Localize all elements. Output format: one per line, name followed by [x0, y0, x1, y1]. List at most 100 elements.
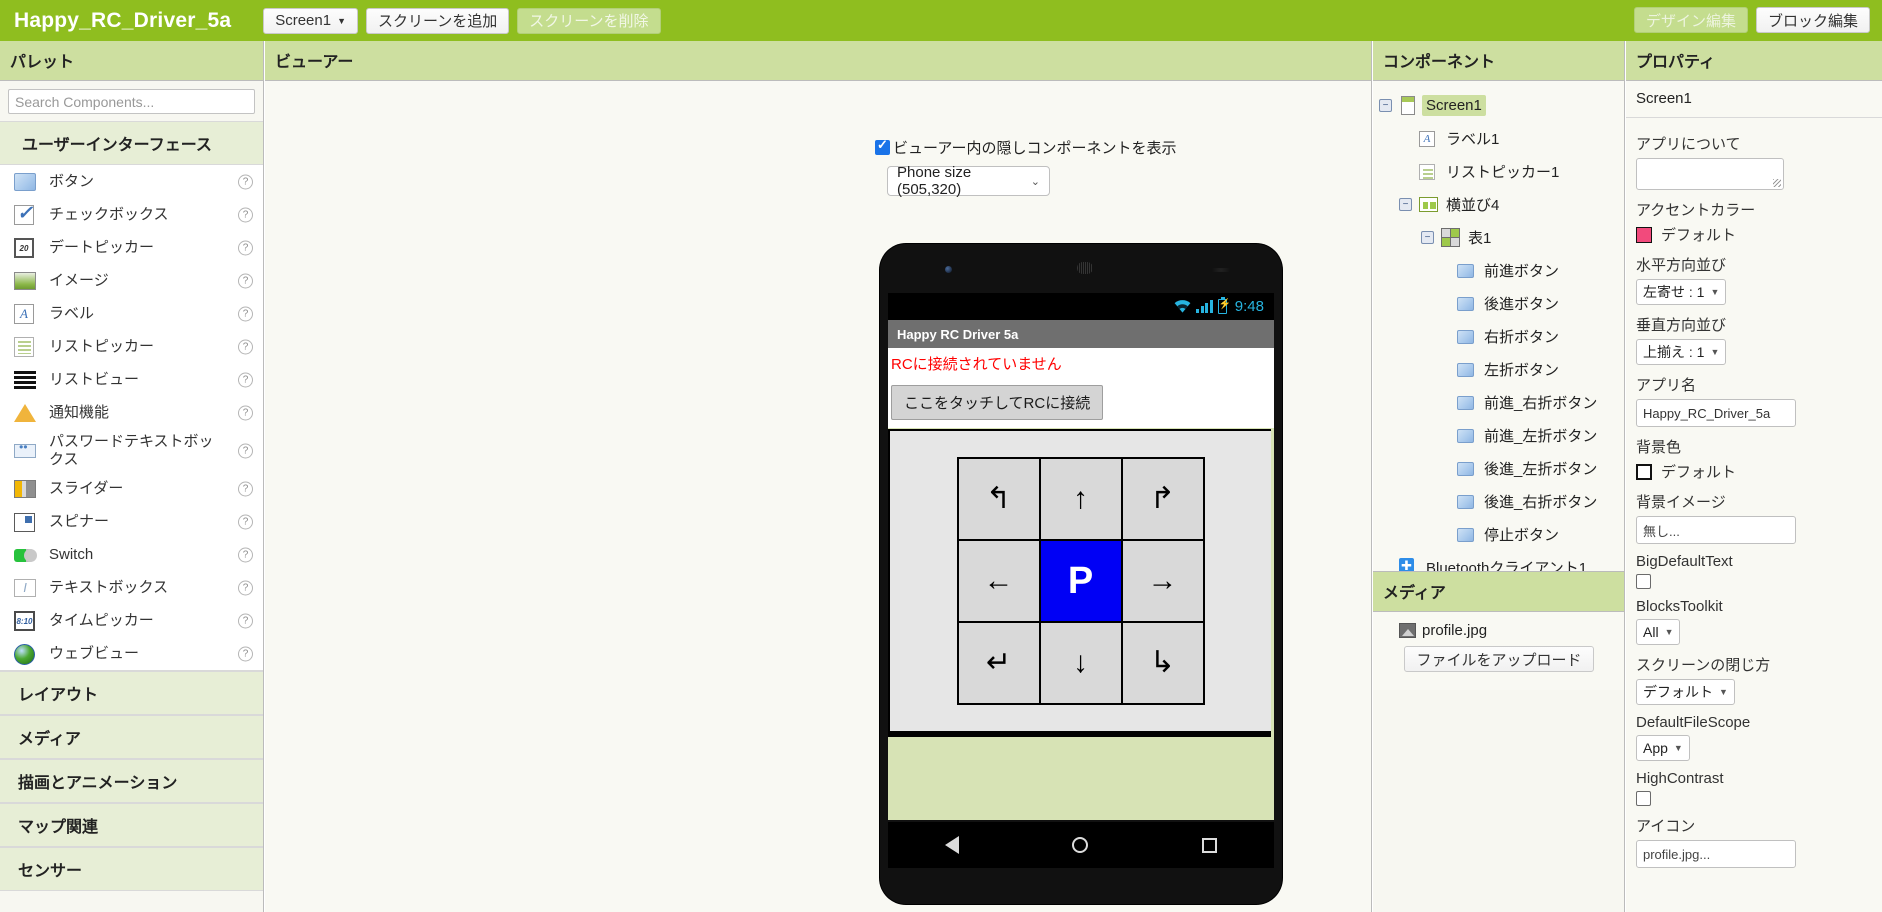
tree-node-label1[interactable]: A ラベル1 — [1377, 122, 1620, 155]
help-icon[interactable]: ? — [238, 514, 253, 530]
horizontal-alignment-select[interactable]: 左寄せ : 1 ▼ — [1636, 279, 1727, 305]
help-icon[interactable]: ? — [238, 174, 253, 189]
help-icon[interactable]: ? — [238, 443, 253, 459]
palette-item-textbox[interactable]: I テキストボックス ? — [0, 571, 263, 604]
blocks-toolkit-value: All — [1643, 624, 1659, 640]
tree-node-backward-right-button[interactable]: 後進_右折ボタン — [1377, 485, 1620, 518]
palette-item-label[interactable]: A ラベル ? — [0, 297, 263, 330]
collapse-toggle-icon[interactable]: − — [1379, 99, 1392, 112]
background-color-row[interactable]: デフォルト — [1636, 461, 1872, 482]
media-file-item[interactable]: profile.jpg — [1373, 622, 1624, 639]
palette-item-datepicker[interactable]: 20 デートピッカー ? — [0, 231, 263, 264]
tree-node-screen1[interactable]: − Screen1 — [1377, 89, 1620, 122]
palette-category-media[interactable]: メディア — [0, 715, 263, 760]
switch-icon — [14, 544, 37, 566]
blocks-button[interactable]: ブロック編集 — [1755, 7, 1870, 33]
palette-category-sensors[interactable]: センサー — [0, 847, 263, 892]
tree-node-horizontal-arrangement4[interactable]: − 横並び4 — [1377, 188, 1620, 221]
help-icon[interactable]: ? — [238, 306, 253, 321]
blocks-toolkit-select[interactable]: All ▼ — [1636, 619, 1681, 645]
upload-file-button[interactable]: ファイルをアップロード — [1404, 646, 1594, 672]
phone-size-dropdown[interactable]: Phone size (505,320) ⌄ — [887, 164, 1050, 198]
help-icon[interactable]: ? — [238, 240, 253, 255]
tree-node-forward-right-button[interactable]: 前進_右折ボタン — [1377, 386, 1620, 419]
dpad-forward-button[interactable]: ↑ — [1040, 458, 1121, 539]
help-icon[interactable]: ? — [238, 207, 253, 222]
help-icon[interactable]: ? — [238, 372, 253, 387]
palette-item-button[interactable]: ボタン ? — [0, 165, 263, 198]
palette-category-maps[interactable]: マップ関連 — [0, 803, 263, 848]
palette-item-timepicker[interactable]: 8:10 タイムピッカー ? — [0, 604, 263, 637]
dpad-backward-button[interactable]: ↓ — [1040, 622, 1121, 703]
dpad-forward-left-button[interactable]: ↰ — [958, 458, 1039, 539]
palette-item-spinner[interactable]: スピナー ? — [0, 505, 263, 538]
accent-color-swatch[interactable] — [1636, 226, 1652, 243]
palette-category-user-interface[interactable]: ユーザーインターフェース — [0, 121, 263, 165]
spinner-icon — [14, 511, 36, 533]
tree-node-backward-left-button[interactable]: 後進_左折ボタン — [1377, 452, 1620, 485]
help-icon[interactable]: ? — [238, 580, 253, 596]
wifi-icon — [1174, 300, 1191, 313]
palette-item-password-textbox[interactable]: パスワードテキストボックス ? — [0, 429, 263, 472]
tree-node-right-turn-button[interactable]: 右折ボタン — [1377, 320, 1620, 353]
help-icon[interactable]: ? — [238, 405, 253, 420]
home-icon[interactable] — [1072, 837, 1089, 853]
tree-node-forward-left-button[interactable]: 前進_左折ボタン — [1377, 419, 1620, 452]
add-screen-button[interactable]: スクリーンを追加 — [366, 7, 510, 34]
help-icon[interactable]: ? — [238, 613, 253, 629]
palette-item-notifier[interactable]: 通知機能 ? — [0, 396, 263, 429]
palette-item-webviewer[interactable]: ウェブビュー ? — [0, 637, 263, 670]
big-default-text-checkbox[interactable] — [1636, 574, 1651, 589]
help-icon[interactable]: ? — [238, 646, 253, 662]
app-name-input[interactable]: Happy_RC_Driver_5a — [1636, 399, 1796, 427]
designer-button[interactable]: デザイン編集 — [1633, 7, 1748, 33]
palette-category-layout[interactable]: レイアウト — [0, 671, 263, 716]
about-textarea[interactable] — [1636, 158, 1784, 190]
collapse-toggle-icon[interactable]: − — [1421, 231, 1434, 244]
tree-node-backward-button[interactable]: 後進ボタン — [1377, 287, 1620, 320]
palette-item-label: ラベル — [49, 304, 95, 322]
tree-node-stop-button[interactable]: 停止ボタン — [1377, 518, 1620, 551]
dpad-left-button[interactable]: ← — [958, 540, 1039, 621]
dpad-forward-right-button[interactable]: ↱ — [1122, 458, 1203, 539]
dpad-park-stop-button[interactable]: P — [1040, 540, 1121, 621]
button-icon — [14, 171, 36, 193]
background-color-swatch[interactable] — [1636, 463, 1652, 480]
palette-item-listview[interactable]: リストビュー ? — [0, 363, 263, 396]
background-image-input[interactable]: 無し... — [1636, 516, 1796, 544]
palette-item-image[interactable]: イメージ ? — [0, 264, 263, 297]
palette-category-drawing-animation[interactable]: 描画とアニメーション — [0, 759, 263, 804]
palette-item-checkbox[interactable]: チェックボックス ? — [0, 198, 263, 231]
tree-node-left-turn-button[interactable]: 左折ボタン — [1377, 353, 1620, 386]
help-icon[interactable]: ? — [238, 273, 253, 288]
dpad-right-button[interactable]: → — [1122, 540, 1203, 621]
button-icon — [1457, 360, 1476, 379]
show-hidden-checkbox[interactable] — [875, 137, 890, 155]
search-input[interactable] — [8, 89, 255, 114]
connect-rc-button[interactable]: ここをタッチしてRCに接続 — [891, 384, 1104, 420]
dpad-backward-right-button[interactable]: ↳ — [1122, 622, 1203, 703]
help-icon[interactable]: ? — [238, 339, 253, 354]
screen-select-dropdown[interactable]: Screen1 ▼ — [263, 7, 359, 34]
default-file-scope-select[interactable]: App ▼ — [1636, 735, 1690, 761]
help-icon[interactable]: ? — [238, 481, 253, 497]
tree-node-table1[interactable]: − 表1 — [1377, 221, 1620, 254]
help-icon[interactable]: ? — [238, 547, 253, 563]
palette-item-slider[interactable]: スライダー ? — [0, 472, 263, 505]
icon-input[interactable]: profile.jpg... — [1636, 840, 1796, 868]
recents-icon[interactable] — [1202, 837, 1218, 853]
show-hidden-components-row[interactable]: ビューアー内の隠しコンポーネントを表示 — [875, 137, 1177, 158]
tree-node-listpicker1[interactable]: リストピッカー1 — [1377, 155, 1620, 188]
palette-item-listpicker[interactable]: リストピッカー ? — [0, 330, 263, 363]
vertical-alignment-select[interactable]: 上揃え : 1 ▼ — [1636, 339, 1727, 365]
dpad-backward-left-button[interactable]: ↵ — [958, 622, 1039, 703]
high-contrast-checkbox[interactable] — [1636, 791, 1651, 806]
close-screen-animation-select[interactable]: デフォルト ▼ — [1636, 679, 1735, 705]
remove-screen-button[interactable]: スクリーンを削除 — [517, 7, 661, 34]
back-icon[interactable] — [944, 836, 959, 854]
tree-node-forward-button[interactable]: 前進ボタン — [1377, 254, 1620, 287]
palette-item-switch[interactable]: Switch ? — [0, 538, 263, 571]
accent-color-row[interactable]: デフォルト — [1636, 224, 1872, 245]
notifier-icon — [14, 402, 36, 424]
collapse-toggle-icon[interactable]: − — [1399, 198, 1412, 211]
